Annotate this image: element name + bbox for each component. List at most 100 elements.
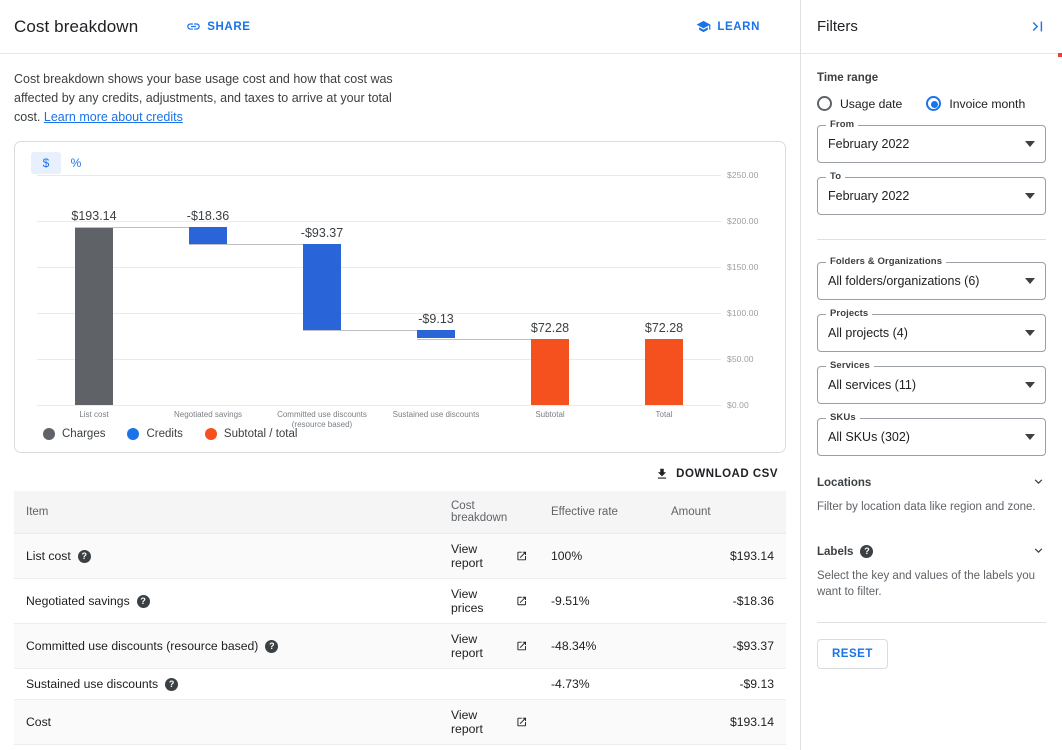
select-skus[interactable]: SKUs All SKUs (302) — [817, 412, 1046, 456]
select-from[interactable]: From February 2022 — [817, 119, 1046, 163]
share-button[interactable]: SHARE — [180, 14, 256, 39]
cell-effective-rate — [539, 699, 659, 746]
field-label: Folders & Organizations — [826, 256, 947, 267]
section-description: Filter by location data like region and … — [817, 501, 1036, 513]
cell-item: Total savings (negotiated savings, disco… — [14, 744, 439, 750]
chevron-down-icon — [1031, 474, 1046, 491]
external-link-icon — [516, 551, 526, 561]
cell-amount: $193.14 — [659, 699, 786, 746]
help-icon[interactable]: ? — [165, 678, 179, 692]
field-value: All services (11) — [828, 378, 916, 392]
chart-bar[interactable] — [417, 330, 455, 339]
view-report-link[interactable]: View report — [451, 542, 527, 570]
help-icon[interactable]: ? — [860, 545, 874, 558]
reset-button[interactable]: RESET — [817, 639, 888, 669]
cell-effective-rate: -62.58% — [539, 744, 659, 750]
select-to[interactable]: To February 2022 — [817, 171, 1046, 215]
help-icon[interactable]: ? — [136, 595, 150, 609]
waterfall-connector — [189, 244, 320, 246]
item-label: Cost — [26, 715, 52, 730]
view-report-label: View report — [451, 542, 483, 570]
view-report-link[interactable]: View prices — [451, 587, 527, 615]
collapse-panel-right-icon[interactable] — [1029, 18, 1046, 35]
chart-bar[interactable] — [303, 244, 341, 331]
cell-amount: -$18.36 — [659, 578, 786, 624]
table-row: Total savings (negotiated savings, disco… — [14, 744, 786, 750]
gridline — [37, 359, 721, 360]
cell-amount: -$93.37 — [659, 623, 786, 669]
radio-option[interactable]: Invoice month — [926, 96, 1025, 111]
cell-cost-breakdown — [439, 668, 539, 701]
learn-more-credits-link[interactable]: Learn more about credits — [44, 110, 183, 124]
cell-item: Cost — [14, 699, 439, 746]
section-toggle[interactable]: Labels? — [817, 543, 1046, 560]
y-axis-tick-label: $200.00 — [727, 216, 759, 226]
legend-item[interactable]: Credits — [127, 428, 183, 440]
col-amount: Amount — [659, 491, 786, 534]
cell-effective-rate: -48.34% — [539, 623, 659, 669]
legend-item[interactable]: Subtotal / total — [204, 428, 298, 440]
bar-value-label: $72.28 — [644, 320, 684, 335]
col-cost-breakdown: Cost breakdown — [439, 491, 539, 534]
radio-button[interactable] — [926, 96, 942, 111]
field-value: All projects (4) — [828, 326, 908, 340]
help-icon[interactable]: ? — [77, 550, 91, 564]
chart-bar[interactable] — [531, 338, 569, 405]
select-folders-organizations[interactable]: Folders & Organizations All folders/organ… — [817, 256, 1046, 300]
select-services[interactable]: Services All services (11) — [817, 360, 1046, 404]
legend-item[interactable]: Charges — [43, 428, 105, 440]
legend-swatch — [204, 428, 217, 440]
cell-item: List cost? — [14, 533, 439, 579]
legend-label: Credits — [146, 428, 183, 440]
field-label: To — [826, 171, 846, 182]
col-item: Item — [14, 491, 439, 534]
time-range-label: Time range — [817, 72, 879, 84]
cell-cost-breakdown: View prices — [439, 578, 539, 624]
learn-label: LEARN — [717, 20, 760, 33]
y-axis-tick-label: $0.00 — [727, 400, 749, 410]
radio-option[interactable]: Usage date — [817, 96, 902, 111]
bar-value-label: -$18.36 — [186, 209, 230, 224]
select-projects[interactable]: Projects All projects (4) — [817, 308, 1046, 352]
cell-item: Sustained use discounts? — [14, 668, 439, 701]
bar-value-label: $193.14 — [71, 209, 117, 224]
cost-breakdown-page: Cost breakdown SHARE LEARN Cost breakdow… — [0, 0, 1062, 750]
chart-bar[interactable] — [189, 227, 227, 245]
gridline — [37, 221, 721, 222]
table-row: Cost View report $193.14 — [14, 699, 786, 746]
gridline — [37, 313, 721, 314]
radio-label: Invoice month — [949, 96, 1026, 111]
chevron-down-icon — [1025, 330, 1035, 336]
field-value: All SKUs (302) — [828, 430, 910, 444]
legend-label: Subtotal / total — [223, 428, 298, 440]
field-value: All folders/organizations (6) — [828, 274, 980, 288]
cell-cost-breakdown: View report — [439, 623, 539, 669]
x-axis-tick-label: Total — [655, 410, 673, 419]
help-icon[interactable]: ? — [265, 640, 279, 654]
x-axis-tick-label: Subtotal — [535, 410, 565, 419]
external-link-icon — [517, 596, 526, 606]
field-value: February 2022 — [828, 137, 910, 151]
cell-amount: -$9.13 — [659, 668, 786, 701]
download-csv-button[interactable]: DOWNLOAD CSV — [655, 467, 778, 481]
view-report-label: View report — [451, 708, 483, 737]
section-toggle[interactable]: Locations — [817, 474, 1046, 491]
download-icon — [655, 467, 669, 481]
chevron-down-icon — [1025, 434, 1035, 440]
section-title: Locations — [817, 476, 872, 489]
radio-button[interactable] — [817, 96, 832, 111]
field-value: February 2022 — [828, 189, 910, 203]
filters-panel: Filters Time range Usage date Invoice mon… — [801, 0, 1062, 750]
waterfall-chart: $0.00 $50.00 $100.00 $150.00 $200.00 $250.00 $… — [15, 142, 787, 454]
table-row: Committed use discounts (resource based)… — [14, 623, 786, 669]
chart-bar[interactable] — [645, 338, 683, 405]
x-axis-tick-label: Sustained use discounts — [392, 410, 480, 419]
view-report-link[interactable]: View report — [451, 632, 527, 660]
bar-value-label: -$9.13 — [418, 312, 454, 327]
legend-swatch — [43, 428, 55, 440]
gridline — [37, 175, 721, 176]
learn-button[interactable]: LEARN — [688, 14, 768, 39]
view-report-link[interactable]: View report — [451, 708, 527, 736]
cell-cost-breakdown: View report — [439, 533, 539, 579]
chart-bar[interactable] — [75, 227, 113, 405]
